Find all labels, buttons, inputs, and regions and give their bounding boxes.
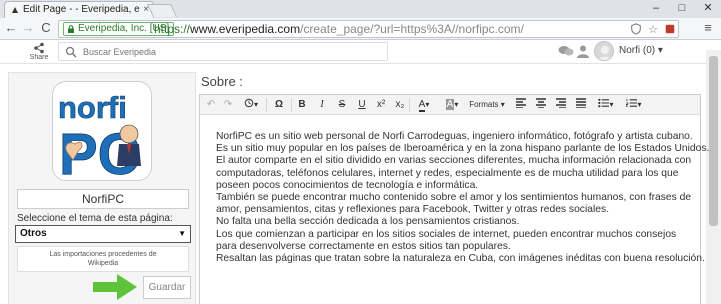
chevron-down-icon: ▾	[637, 100, 642, 109]
align-right-icon	[556, 98, 566, 109]
font-color-button[interactable]: A▾	[414, 98, 434, 112]
share-button[interactable]: Share	[28, 42, 50, 61]
chevron-down-icon: ▾	[425, 100, 430, 109]
page-name-field[interactable]: NorfiPC	[17, 189, 189, 209]
chat-icon[interactable]	[558, 45, 574, 57]
url-text: https://www.everipedia.com/create_page/?…	[154, 22, 524, 36]
special-char-button[interactable]: Ω	[272, 98, 286, 112]
extension-icon[interactable]	[663, 23, 677, 37]
search-icon[interactable]	[65, 46, 77, 58]
content-line: No falta una bella sección dedicada a lo…	[216, 216, 520, 228]
user-menu[interactable]: Norfi (0) ▾	[619, 45, 663, 56]
site-header: Share Norfi (0) ▾	[0, 40, 721, 64]
section-title: Sobre :	[201, 74, 243, 89]
align-justify-button[interactable]	[575, 98, 587, 112]
search-box	[58, 42, 388, 61]
italic-button[interactable]: I	[316, 98, 328, 112]
select-arrow-icon: ▼	[178, 229, 186, 238]
content-line: El autor comparte en el sitio dividido e…	[216, 155, 692, 167]
share-label: Share	[29, 54, 49, 61]
reload-button[interactable]: C	[38, 20, 54, 36]
toolbar-divider	[266, 98, 267, 112]
bookmark-star-icon[interactable]: ☆	[646, 23, 660, 37]
wikipedia-imports-button[interactable]: Las importaciones procedentes de Wikiped…	[17, 246, 189, 272]
content-line: Resaltan las páginas que tratan sobre la…	[216, 253, 705, 265]
subscript-button[interactable]: x₂	[392, 98, 408, 112]
notification-count: (0)	[642, 45, 656, 56]
username: Norfi	[619, 45, 641, 56]
close-window-button[interactable]: ✕	[695, 0, 721, 18]
svg-text:norfi: norfi	[58, 90, 127, 125]
clock-dropdown[interactable]: ▾	[240, 98, 262, 112]
clock-icon	[244, 98, 254, 108]
user-silhouette-icon[interactable]	[576, 44, 590, 58]
formats-dropdown[interactable]: Formats ▾	[468, 98, 506, 112]
numbered-list-icon	[626, 98, 638, 107]
content-line: poseen pocos conocimientos de tecnología…	[216, 179, 479, 191]
back-button[interactable]: ←	[3, 20, 19, 36]
browser-menu-icon[interactable]: ≡	[700, 20, 716, 36]
content-line: para desenvolverse correctamente en esto…	[216, 240, 511, 252]
align-left-icon	[516, 98, 526, 109]
page-settings-sidebar: norfi PC NorfiPC Seleccione el tema de e…	[8, 72, 196, 304]
content-line: amor, pensamientos, citas y reflexiones …	[216, 204, 609, 216]
shield-icon[interactable]	[629, 23, 643, 37]
rich-text-editor[interactable]: ↶ ↷ ▾ Ω B I S U x² x₂ A▾ A▾ Formats ▾ ▾ …	[199, 94, 710, 304]
new-tab-button[interactable]	[146, 4, 178, 17]
minimize-button[interactable]: –	[643, 0, 669, 18]
align-justify-icon	[576, 98, 586, 109]
content-line: Los que comienzan a participar en los si…	[216, 228, 677, 240]
redo-button[interactable]: ↷	[222, 98, 234, 112]
theme-label: Seleccione el tema de esta página:	[17, 213, 173, 224]
superscript-button[interactable]: x²	[373, 98, 389, 112]
chevron-down-icon: ▾	[253, 100, 258, 109]
strikethrough-button[interactable]: S	[336, 98, 348, 112]
numbered-list-button[interactable]: ▾	[624, 98, 644, 112]
formats-label: Formats	[469, 100, 499, 109]
chevron-down-icon: ▾	[454, 100, 459, 109]
content-line: Es un sitio muy popular en los países de…	[216, 143, 710, 155]
content-line: También se puede encontrar mucho conteni…	[216, 192, 692, 204]
chevron-down-icon: ▾	[657, 45, 663, 56]
everipedia-favicon-icon	[12, 7, 18, 13]
align-center-icon	[536, 98, 546, 109]
align-left-button[interactable]	[515, 98, 527, 112]
bullet-list-icon	[598, 98, 610, 108]
green-arrow-icon	[93, 274, 137, 300]
search-input[interactable]	[83, 44, 373, 59]
save-button[interactable]: Guardar	[143, 276, 191, 299]
chevron-down-icon: ▾	[500, 100, 505, 109]
address-bar[interactable]: Everipedia, Inc. [US] https://www.everip…	[58, 20, 679, 38]
content-line: computadoras, teléfonos celulares, inter…	[216, 167, 679, 179]
browser-tab[interactable]: Edit Page - - Everipedia, e ×	[4, 1, 154, 18]
content-line: NorfiPC es un sitio web personal de Norf…	[216, 131, 693, 142]
share-icon	[34, 42, 44, 54]
norfipc-logo: norfi PC	[52, 81, 152, 181]
theme-select[interactable]: Otros ▼	[15, 225, 191, 243]
editor-content[interactable]: NorfiPC es un sitio web personal de Norf…	[216, 131, 710, 265]
toolbar-divider	[291, 98, 292, 112]
underline-button[interactable]: U	[356, 98, 368, 112]
chevron-down-icon: ▾	[609, 100, 614, 109]
forward-button[interactable]: →	[20, 20, 36, 36]
bullet-list-button[interactable]: ▾	[596, 98, 616, 112]
browser-tab-bar: Edit Page - - Everipedia, e × – □ ✕	[0, 0, 721, 18]
scrollbar-thumb[interactable]	[709, 56, 718, 226]
tab-title: Edit Page - - Everipedia, e	[23, 4, 140, 15]
avatar[interactable]	[594, 41, 614, 61]
toolbar-divider	[409, 98, 410, 112]
browser-toolbar: ← → C Everipedia, Inc. [US] https://www.…	[0, 18, 721, 40]
bold-button[interactable]: B	[296, 98, 308, 112]
background-color-button[interactable]: A▾	[442, 98, 462, 112]
lock-icon	[68, 25, 74, 33]
editor-toolbar: ↶ ↷ ▾ Ω B I S U x² x₂ A▾ A▾ Formats ▾ ▾ …	[200, 95, 700, 115]
theme-selected-value: Otros	[20, 228, 47, 239]
undo-button[interactable]: ↶	[205, 98, 217, 112]
maximize-button[interactable]: □	[669, 0, 695, 18]
align-center-button[interactable]	[535, 98, 547, 112]
align-right-button[interactable]	[555, 98, 567, 112]
